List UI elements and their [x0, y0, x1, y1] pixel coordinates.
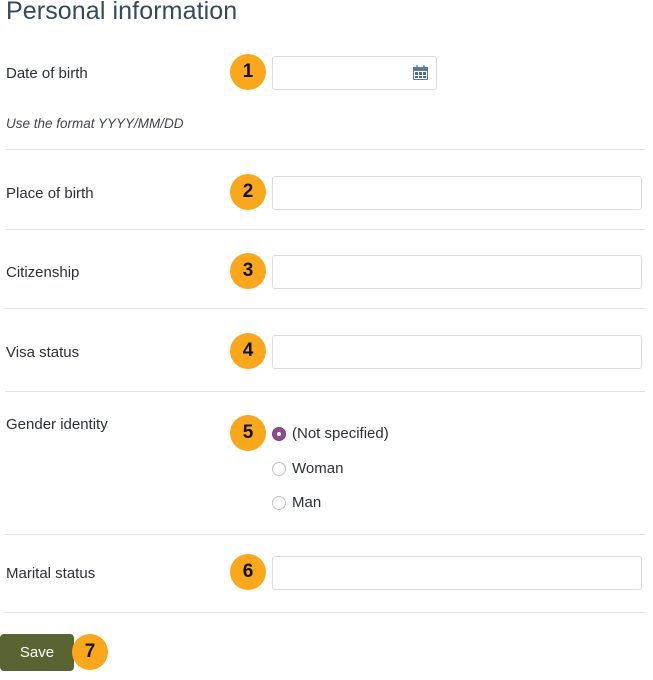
radio-option-man[interactable]: Man — [272, 493, 321, 513]
radio-label-woman: Woman — [292, 459, 343, 479]
radio-icon-woman[interactable] — [272, 462, 286, 476]
callout-badge-3: 3 — [230, 253, 266, 289]
divider-2 — [5, 229, 645, 230]
date-of-birth-input[interactable] — [272, 56, 437, 90]
page-title: Personal information — [6, 0, 237, 28]
radio-label-man: Man — [292, 493, 321, 513]
callout-badge-4: 4 — [230, 333, 266, 369]
save-button[interactable]: Save — [0, 634, 74, 671]
personal-information-form: Personal information Date of birth 1 Use… — [0, 0, 653, 680]
callout-badge-5: 5 — [230, 415, 266, 451]
radio-option-woman[interactable]: Woman — [272, 459, 343, 479]
place-of-birth-input[interactable] — [272, 176, 642, 210]
help-text-date-format: Use the format YYYY/MM/DD — [6, 115, 184, 133]
visa-status-input[interactable] — [272, 335, 642, 369]
divider-6 — [5, 612, 645, 613]
label-gender-identity: Gender identity — [6, 415, 108, 435]
callout-badge-2: 2 — [230, 174, 266, 210]
radio-label-not-specified: (Not specified) — [292, 424, 389, 444]
radio-icon-not-specified[interactable] — [272, 427, 286, 441]
label-date-of-birth: Date of birth — [6, 64, 88, 84]
callout-badge-1: 1 — [230, 54, 266, 90]
callout-badge-6: 6 — [230, 554, 266, 590]
label-visa-status: Visa status — [6, 343, 79, 363]
callout-badge-7: 7 — [72, 634, 108, 670]
radio-icon-man[interactable] — [272, 496, 286, 510]
label-citizenship: Citizenship — [6, 263, 79, 283]
label-place-of-birth: Place of birth — [6, 184, 94, 204]
divider-5 — [5, 534, 645, 535]
citizenship-input[interactable] — [272, 255, 642, 289]
divider-4 — [5, 391, 645, 392]
label-marital-status: Marital status — [6, 564, 95, 584]
divider-1 — [5, 149, 645, 150]
radio-option-not-specified[interactable]: (Not specified) — [272, 424, 389, 444]
divider-3 — [5, 308, 645, 309]
marital-status-input[interactable] — [272, 556, 642, 590]
